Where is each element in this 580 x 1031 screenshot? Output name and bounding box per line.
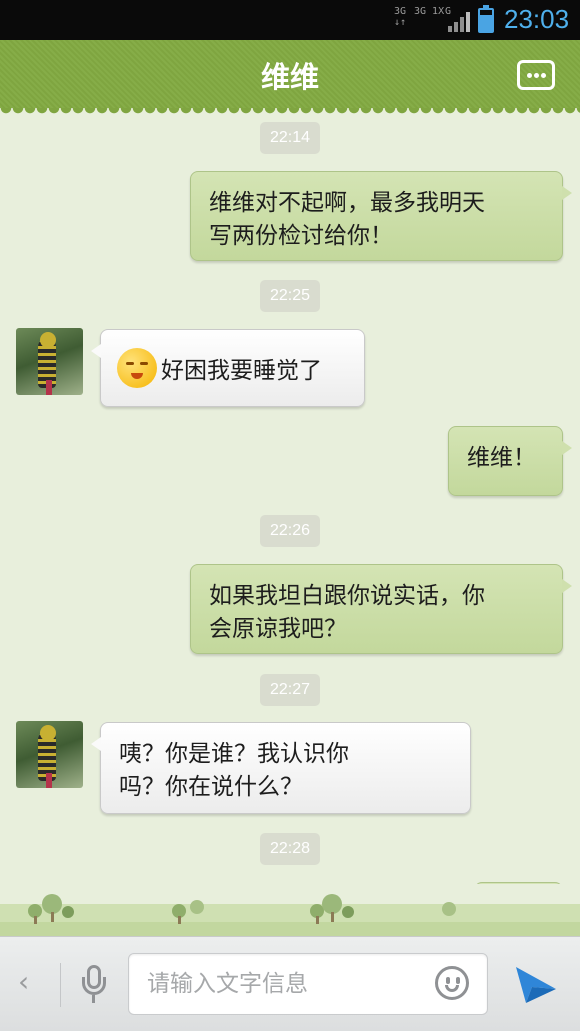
chevron-left-icon[interactable]: ‹	[18, 965, 29, 998]
tree-trunk	[178, 916, 181, 924]
message-line: 如果我坦白跟你说实话，你	[209, 583, 485, 609]
message-line: 会原谅我吧？	[209, 616, 347, 642]
tree-icon	[62, 906, 74, 918]
received-message-bubble[interactable]: 咦？你是谁？我认识你 吗？你在说什么？	[91, 722, 471, 814]
decorative-landscape	[0, 884, 580, 936]
message-input-bar: ‹	[0, 936, 580, 1031]
data-arrows-icon: ↓↑	[394, 17, 407, 28]
send-icon[interactable]	[512, 959, 560, 1007]
smiley-mouth	[445, 985, 459, 992]
network-label: 3G	[394, 6, 407, 17]
tree-icon	[442, 902, 456, 916]
message-input[interactable]	[147, 966, 407, 1002]
tree-trunk	[51, 912, 54, 922]
sent-message-bubble[interactable]: 维维对不起啊，最多我明天 写两份检讨给你！	[190, 171, 572, 261]
tree-icon	[42, 894, 62, 914]
more-menu-button[interactable]	[517, 60, 555, 90]
avatar-head	[40, 332, 56, 348]
tree-icon	[322, 894, 342, 914]
chat-title: 维维	[260, 60, 319, 94]
emoji-eye	[126, 362, 134, 365]
emoji-eye	[140, 362, 148, 365]
message-input-box[interactable]	[128, 953, 488, 1015]
clock: 23:03	[504, 4, 570, 34]
message-list[interactable]: 22:14 维维对不起啊，最多我明天 写两份检讨给你！ 22:25 好困我要睡觉…	[0, 108, 580, 936]
timestamp: 22:28	[260, 833, 320, 865]
contact-avatar[interactable]	[16, 328, 83, 395]
battery-level-fill	[480, 15, 492, 31]
mic-stem	[92, 995, 95, 1003]
smiley-icon[interactable]	[435, 966, 469, 1000]
message-line: 写两份检讨给你！	[209, 223, 393, 249]
avatar-legs	[46, 380, 52, 395]
emoji-mouth	[131, 373, 143, 379]
message-line: 维维！	[467, 445, 536, 471]
yawn-emoji-icon	[117, 348, 157, 388]
network-3g1x-indicator: 3G 1X	[414, 6, 444, 17]
network-label: 3G 1X	[414, 6, 445, 17]
tree-trunk	[316, 916, 319, 924]
timestamp: 22:25	[260, 280, 320, 312]
tree-trunk	[34, 916, 37, 924]
contact-avatar[interactable]	[16, 721, 83, 788]
tree-icon	[342, 906, 354, 918]
chat-header: 维维	[0, 40, 580, 114]
smiley-eye	[446, 977, 450, 984]
avatar-head	[40, 725, 56, 741]
tree-trunk	[331, 912, 334, 922]
network-3g-indicator: 3G ↓↑	[394, 6, 406, 28]
timestamp: 22:27	[260, 674, 320, 706]
divider	[60, 963, 61, 1007]
avatar-legs	[46, 773, 52, 788]
timestamp: 22:26	[260, 515, 320, 547]
message-line: 咦？你是谁？我认识你	[119, 741, 349, 767]
dot	[527, 73, 532, 78]
mic-cup	[82, 977, 106, 995]
microphone-icon[interactable]	[80, 965, 108, 1005]
dot	[541, 73, 546, 78]
sent-message-bubble[interactable]: 如果我坦白跟你说实话，你 会原谅我吧？	[190, 564, 572, 654]
signal-strength-icon	[448, 10, 470, 32]
message-line: 吗？你在说什么？	[119, 774, 303, 800]
dot	[534, 73, 539, 78]
message-line: 维维对不起啊，最多我明天	[209, 190, 485, 216]
smiley-eye	[456, 977, 460, 984]
battery-icon	[478, 5, 494, 33]
status-bar: 3G ↓↑ 3G 1X G 23:03	[0, 0, 580, 40]
sent-message-bubble[interactable]: 维维！	[448, 426, 572, 496]
received-message-bubble[interactable]: 好困我要睡觉了	[91, 329, 365, 407]
tree-icon	[190, 900, 204, 914]
message-line: 好困我要睡觉了	[161, 358, 322, 384]
timestamp: 22:14	[260, 122, 320, 154]
